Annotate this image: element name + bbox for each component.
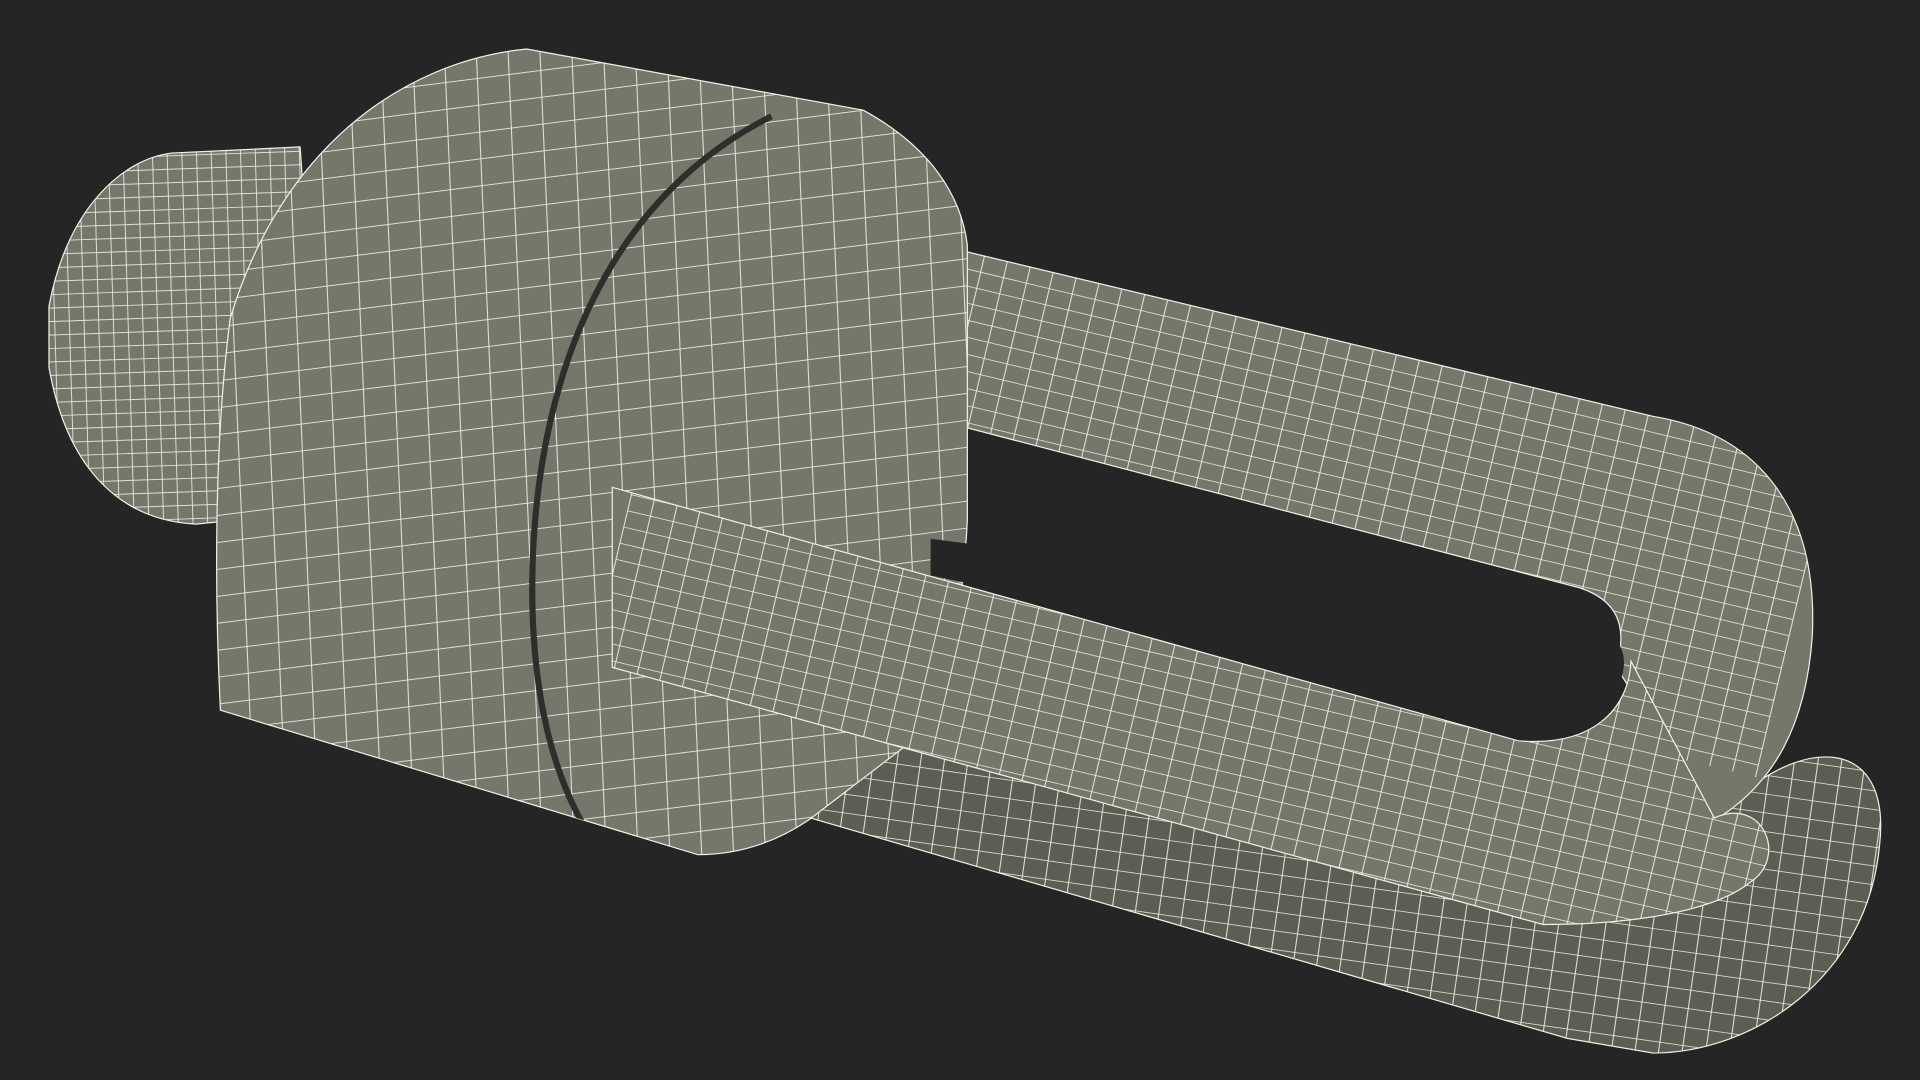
viewport xyxy=(0,0,1920,1080)
cfl-bulb-wireframe-render xyxy=(48,48,1882,1054)
wire-line xyxy=(1863,712,1881,1054)
wire-line xyxy=(216,822,968,855)
wire-line xyxy=(48,146,305,148)
